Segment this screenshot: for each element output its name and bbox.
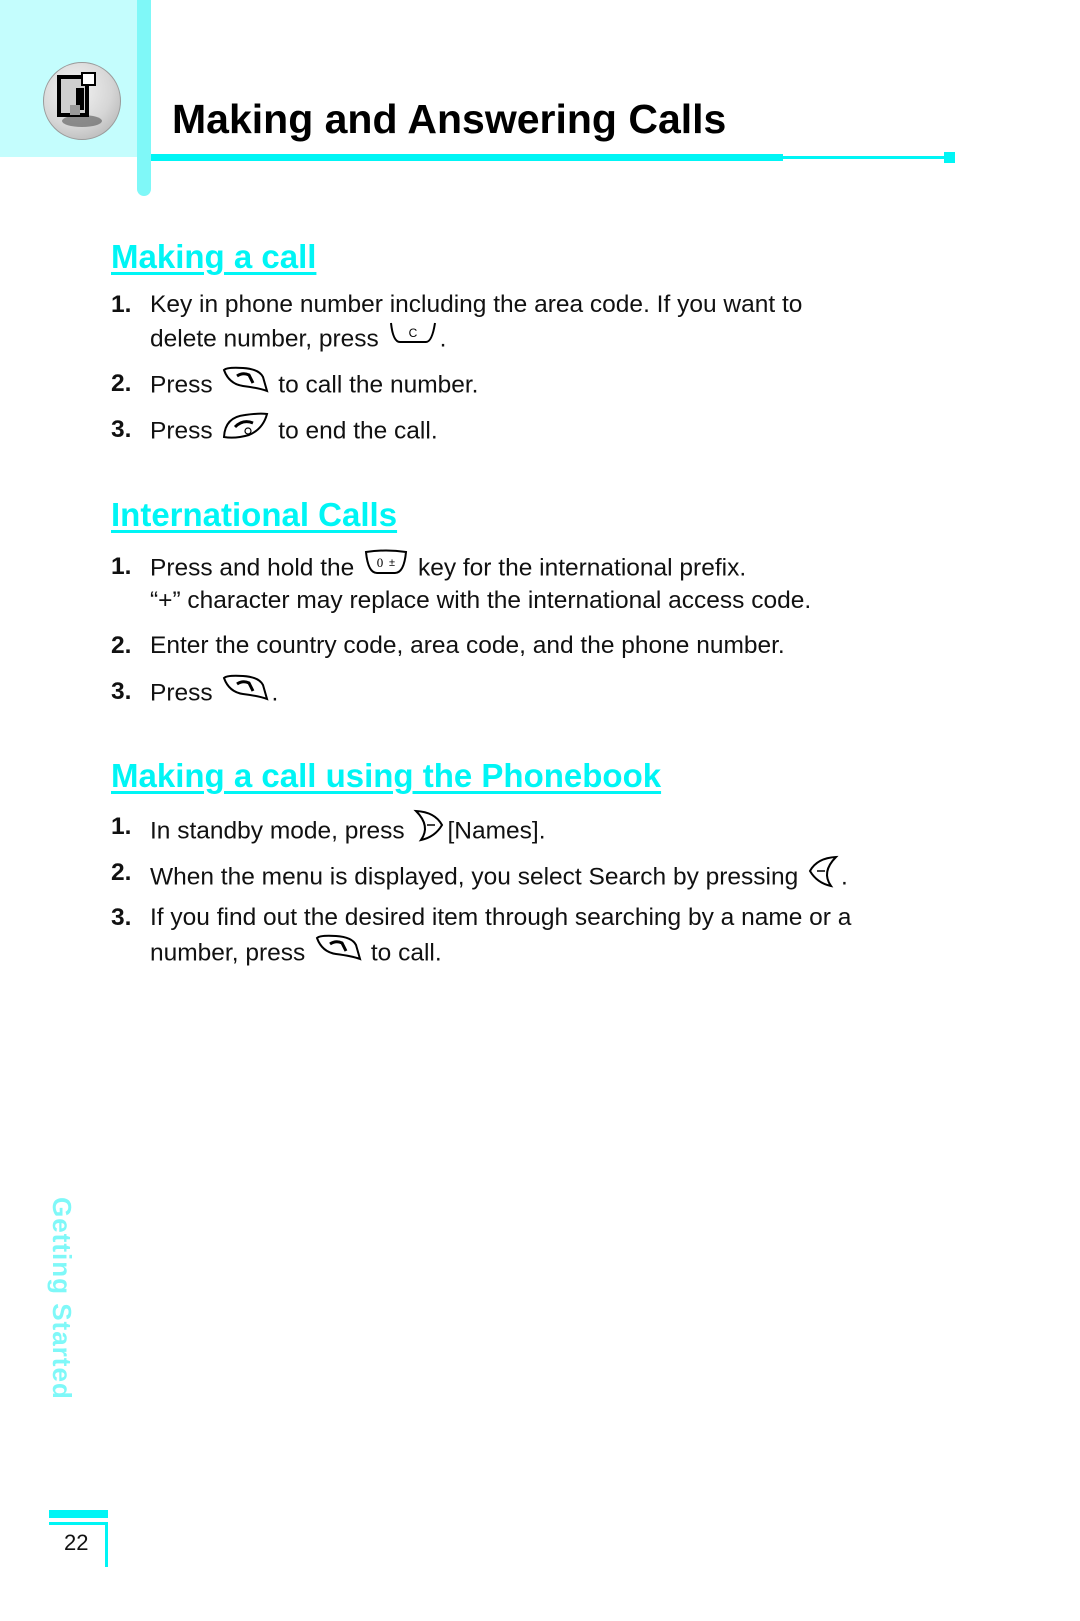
right-soft-key-icon (413, 808, 445, 852)
send-key-icon (314, 933, 362, 971)
clear-key-icon: C (388, 320, 438, 356)
item-number: 2. (111, 859, 132, 886)
item-text: to call the number. (278, 371, 479, 399)
section-title-international-calls: International Calls (111, 496, 398, 533)
item-number: 3. (111, 904, 132, 931)
page-number-rule-vertical (105, 1522, 108, 1567)
item-text: Press (150, 417, 213, 445)
page-number: 22 (64, 1530, 89, 1555)
end-key-icon (221, 411, 269, 449)
item-number: 3. (111, 678, 132, 705)
item-number: 1. (111, 813, 132, 840)
chapter-side-label: Getting Started (47, 1197, 77, 1400)
item-text: . (439, 325, 447, 353)
item-text: In standby mode, press (150, 817, 405, 845)
item-text: Press (150, 371, 213, 399)
send-key-icon (221, 673, 269, 711)
item-text: “+” character may replace with the inter… (150, 587, 812, 614)
send-key-icon (221, 365, 269, 403)
left-soft-key-icon (807, 854, 839, 898)
item-text: Key in phone number including the area c… (150, 291, 803, 318)
item-text: . (271, 679, 279, 707)
header-vertical-bar (137, 0, 151, 196)
item-number: 1. (111, 291, 132, 318)
item-text: When the menu is displayed, you select S… (150, 863, 799, 891)
header-rule-thin (783, 156, 948, 159)
page-number-bar (49, 1510, 108, 1518)
header-rule-end-square (944, 152, 955, 163)
item-number: 3. (111, 416, 132, 443)
header-rule-thick (151, 154, 783, 161)
item-text: . (841, 863, 848, 891)
item-text: Enter the country code, area code, and t… (150, 632, 785, 659)
svg-text:C: C (408, 326, 417, 340)
zero-plus-key-icon: 0 ± (363, 548, 409, 586)
item-text: to end the call. (278, 417, 438, 445)
section-title-making-a-call: Making a call (111, 238, 317, 275)
item-text: Press and hold the (150, 554, 355, 582)
page-number-rule (49, 1522, 108, 1525)
svg-text:0: 0 (377, 555, 384, 570)
item-text: number, press (150, 939, 306, 967)
item-text: key for the international prefix. (417, 554, 747, 582)
item-text: Press (150, 679, 213, 707)
item-text: delete number, press (150, 325, 379, 353)
svg-text:±: ± (389, 557, 395, 569)
item-number: 2. (111, 632, 132, 659)
item-text: If you find out the desired item through… (150, 904, 852, 931)
item-number: 2. (111, 370, 132, 397)
item-text: [Names]. (447, 817, 546, 845)
item-text: to call. (370, 939, 442, 967)
page-title: Making and Answering Calls (172, 96, 727, 142)
item-number: 1. (111, 553, 132, 580)
section-title-phonebook: Making a call using the Phonebook (111, 757, 662, 794)
memo-note-icon (43, 62, 121, 140)
